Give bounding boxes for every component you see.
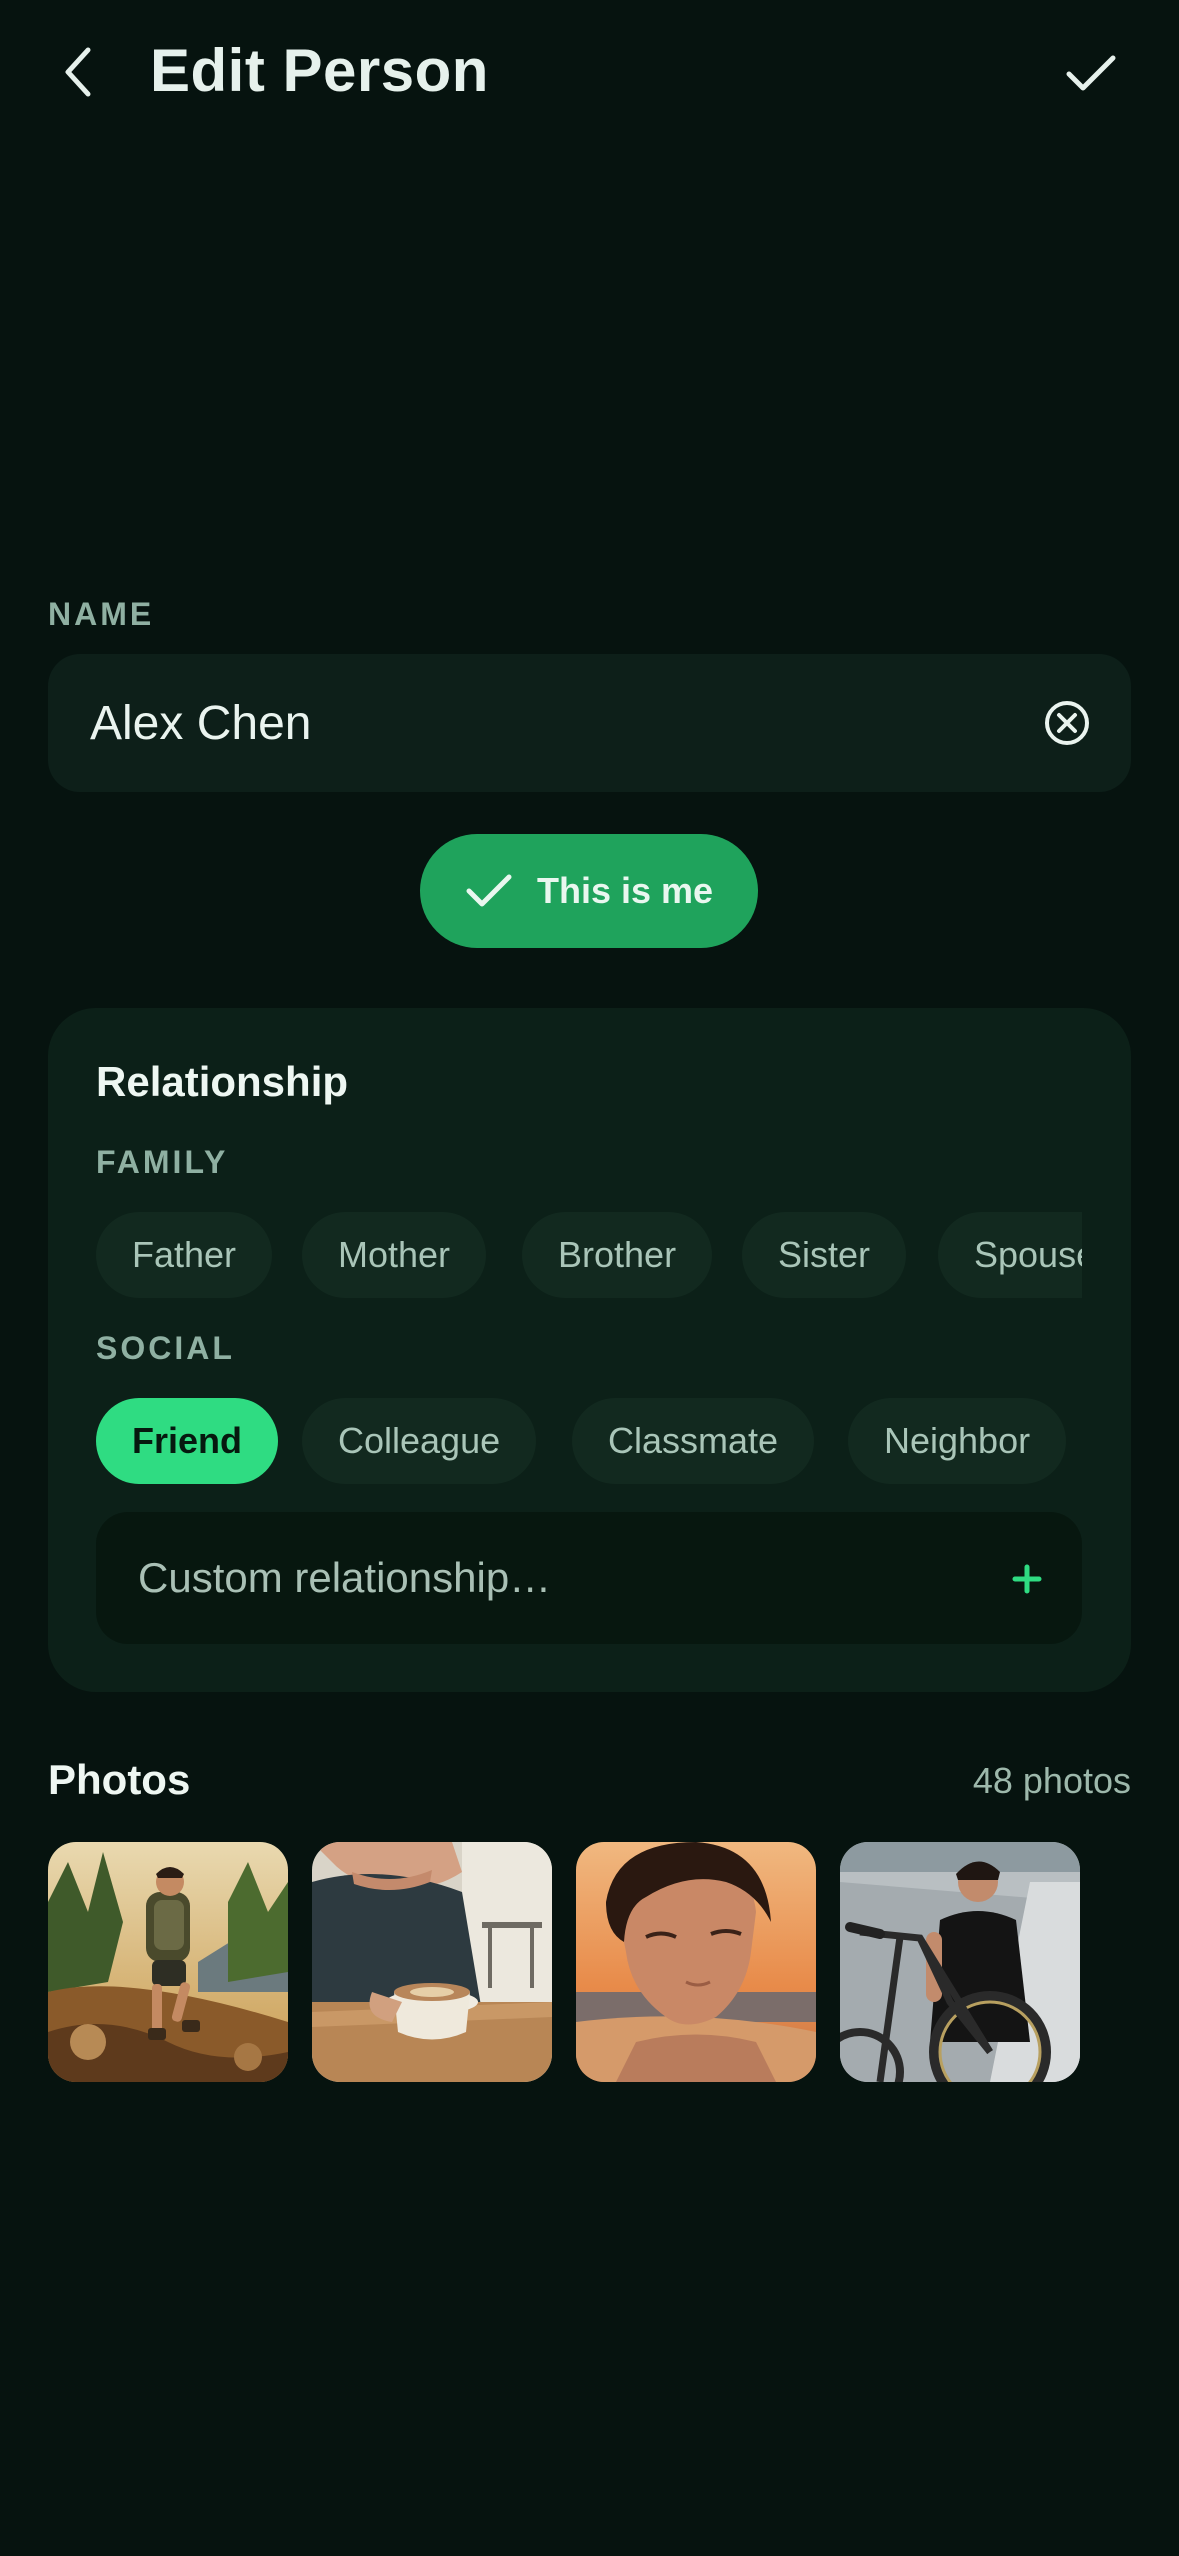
hiking-photo — [48, 1842, 288, 2082]
name-field — [48, 654, 1131, 792]
confirm-button[interactable] — [1043, 36, 1139, 112]
chip-sister[interactable]: Sister — [742, 1212, 907, 1298]
chip-classmate[interactable]: Classmate — [572, 1398, 815, 1484]
custom-relationship-field — [96, 1512, 1082, 1644]
social-group-label: SOCIAL — [96, 1330, 235, 1366]
family-chip-row[interactable]: Father Mother Brother Sister Spouse — [96, 1212, 1082, 1300]
relationship-card: Relationship FAMILY Father Mother Brothe… — [48, 1008, 1131, 1692]
beach-sunset-photo — [576, 1842, 816, 2082]
coffee-photo — [312, 1842, 552, 2082]
checkmark-icon — [1066, 55, 1116, 91]
family-group-label: FAMILY — [96, 1144, 229, 1180]
custom-relationship-input[interactable] — [138, 1512, 958, 1644]
photo-hiking[interactable] — [48, 1842, 288, 2082]
photo-bicycle[interactable] — [840, 1842, 1080, 2082]
relationship-title: Relationship — [96, 1058, 349, 1105]
bicycle-photo — [840, 1842, 1080, 2082]
clear-name-button[interactable] — [1043, 699, 1091, 747]
photo-beach-sunset[interactable] — [576, 1842, 816, 2082]
this-is-me-label: This is me — [536, 870, 714, 911]
chip-neighbor[interactable]: Neighbor — [848, 1398, 1067, 1484]
plus-icon — [1012, 1564, 1042, 1594]
top-bar: Edit Person — [0, 0, 1179, 150]
chevron-left-icon — [65, 47, 91, 97]
edit-person-screen: Edit Person NAME This is me Relationship… — [0, 0, 1179, 2556]
chip-colleague[interactable]: Colleague — [302, 1398, 537, 1484]
photos-count[interactable]: 48 photos — [973, 1760, 1131, 1802]
chip-spouse[interactable]: Spouse — [938, 1212, 1082, 1298]
add-relationship-button[interactable] — [1002, 1554, 1052, 1604]
photos-title: Photos — [48, 1756, 191, 1803]
chip-friend[interactable]: Friend — [96, 1398, 279, 1484]
name-label: NAME — [48, 596, 155, 632]
clear-circle-icon — [1045, 701, 1089, 745]
photo-coffee[interactable] — [312, 1842, 552, 2082]
chip-father[interactable]: Father — [96, 1212, 273, 1298]
social-chip-row[interactable]: Friend Colleague Classmate Neighbor — [96, 1398, 1082, 1486]
chip-mother[interactable]: Mother — [302, 1212, 487, 1298]
chip-brother[interactable]: Brother — [522, 1212, 713, 1298]
this-is-me-button[interactable]: This is me — [420, 834, 758, 948]
page-title: Edit Person — [150, 37, 489, 104]
checkmark-icon — [466, 874, 512, 907]
back-button[interactable] — [48, 40, 108, 104]
name-input[interactable] — [90, 654, 990, 792]
